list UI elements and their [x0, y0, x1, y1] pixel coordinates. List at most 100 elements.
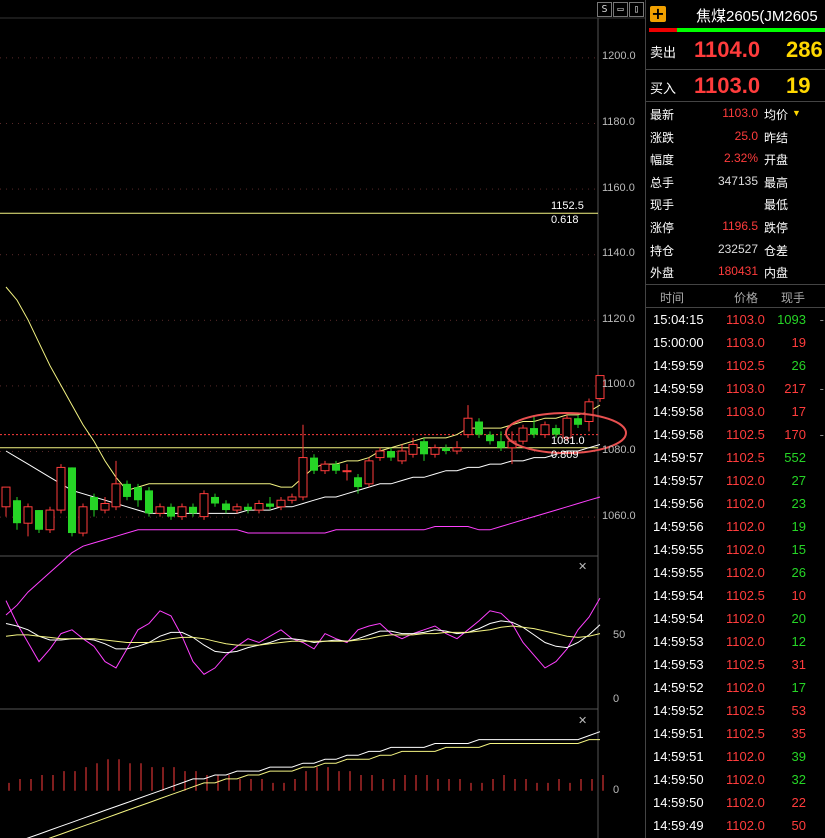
grid-dot	[564, 254, 565, 256]
grid-dot	[324, 319, 325, 321]
candle-body	[78, 506, 88, 534]
grid-dot	[594, 319, 595, 321]
grid-dot	[522, 319, 523, 321]
grid-dot	[474, 451, 475, 453]
grid-dot	[468, 254, 469, 256]
candle-body	[266, 503, 274, 507]
grid-dot	[468, 319, 469, 321]
trade-time: 14:59:59	[653, 358, 704, 373]
trade-row[interactable]: 14:59:52 1102.5 53	[646, 699, 825, 722]
dropdown-arrow-icon[interactable]: ▼	[792, 108, 801, 118]
chart-area[interactable]: S ▭ ▯ 1200.0 1180.0 1160.0 1140.0 1120.0 1100…	[0, 0, 645, 838]
grid-dot	[534, 451, 535, 453]
grid-dot	[468, 57, 469, 59]
grid-dot	[318, 451, 319, 453]
grid-dot	[150, 451, 151, 453]
trade-row[interactable]: 14:59:59 1102.5 26	[646, 354, 825, 377]
grid-dot	[558, 188, 559, 190]
grid-dot	[330, 57, 331, 59]
grid-dot	[84, 122, 85, 124]
fib-price-label: 1152.5	[551, 200, 584, 213]
grid-dot	[414, 57, 415, 59]
trade-row[interactable]: 14:59:50 1102.0 22	[646, 791, 825, 814]
grid-dot	[384, 57, 385, 59]
grid-dot	[372, 516, 373, 518]
trade-row[interactable]: 14:59:52 1102.0 17	[646, 676, 825, 699]
trade-row[interactable]: 14:59:58 1102.5 170-	[646, 423, 825, 446]
trade-row[interactable]: 14:59:54 1102.5 10	[646, 584, 825, 607]
grid-dot	[402, 254, 403, 256]
candle-body	[310, 457, 318, 471]
stat-label-2: 最高	[764, 175, 789, 190]
grid-dot	[456, 57, 457, 59]
grid-dot	[216, 451, 217, 453]
trade-row[interactable]: 14:59:56 1102.0 23	[646, 492, 825, 515]
grid-dot	[114, 385, 115, 387]
grid-dot	[66, 319, 67, 321]
grid-dot	[240, 254, 241, 256]
trade-row[interactable]: 14:59:58 1103.0 17	[646, 400, 825, 423]
grid-dot	[516, 122, 517, 124]
grid-dot	[252, 122, 253, 124]
grid-dot	[84, 188, 85, 190]
trade-row[interactable]: 14:59:53 1102.0 12	[646, 630, 825, 653]
trade-row[interactable]: 14:59:51 1102.0 39	[646, 745, 825, 768]
grid-dot	[6, 122, 7, 124]
grid-dot	[276, 319, 277, 321]
grid-dot	[336, 122, 337, 124]
trade-row[interactable]: 14:59:56 1102.0 19	[646, 515, 825, 538]
trade-row[interactable]: 14:59:57 1102.5 552	[646, 446, 825, 469]
trade-row[interactable]: 14:59:59 1103.0 217-	[646, 377, 825, 400]
grid-dot	[72, 451, 73, 453]
grid-dot	[456, 254, 457, 256]
grid-dot	[102, 451, 103, 453]
grid-dot	[480, 122, 481, 124]
grid-dot	[576, 254, 577, 256]
grid-dot	[66, 451, 67, 453]
candle-body	[222, 503, 230, 511]
grid-dot	[522, 254, 523, 256]
grid-dot	[108, 451, 109, 453]
grid-dot	[420, 385, 421, 387]
grid-dot	[252, 188, 253, 190]
grid-dot	[30, 385, 31, 387]
grid-dot	[162, 122, 163, 124]
grid-dot	[252, 319, 253, 321]
grid-dot	[180, 57, 181, 59]
grid-dot	[288, 57, 289, 59]
grid-dot	[390, 385, 391, 387]
grid-dot	[522, 516, 523, 518]
trade-row[interactable]: 15:00:00 1103.0 19	[646, 331, 825, 354]
grid-dot	[378, 188, 379, 190]
plus-icon[interactable]: +	[650, 6, 666, 22]
maximize-button[interactable]: ▯	[629, 2, 644, 17]
grid-dot	[168, 516, 169, 518]
minimize-button[interactable]: ▭	[613, 2, 628, 17]
grid-dot	[174, 188, 175, 190]
trade-row[interactable]: 14:59:54 1102.0 20	[646, 607, 825, 630]
trade-price: 1102.0	[726, 496, 765, 511]
stat-row: 最新 1103.0 均价 ▼	[646, 102, 825, 124]
trade-row[interactable]: 14:59:49 1102.0 50	[646, 814, 825, 837]
grid-dot	[84, 385, 85, 387]
grid-dot	[312, 451, 313, 453]
trade-row[interactable]: 14:59:57 1102.0 27	[646, 469, 825, 492]
trade-row[interactable]: 15:04:15 1103.0 1093-	[646, 308, 825, 331]
grid-dot	[234, 188, 235, 190]
chart-canvas[interactable]	[0, 0, 645, 838]
s-button[interactable]: S	[597, 2, 612, 17]
grid-dot	[582, 254, 583, 256]
trade-row[interactable]: 14:59:55 1102.0 15	[646, 538, 825, 561]
trade-time: 14:59:56	[653, 519, 704, 534]
candle-body	[276, 499, 286, 508]
grid-dot	[396, 122, 397, 124]
trade-row[interactable]: 14:59:50 1102.0 32	[646, 768, 825, 791]
trade-row[interactable]: 14:59:53 1102.5 31	[646, 653, 825, 676]
trade-row[interactable]: 14:59:55 1102.0 26	[646, 561, 825, 584]
trade-price: 1102.5	[726, 358, 765, 373]
grid-dot	[540, 385, 541, 387]
grid-dot	[180, 451, 181, 453]
grid-dot	[108, 122, 109, 124]
grid-dot	[444, 385, 445, 387]
trade-row[interactable]: 14:59:51 1102.5 35	[646, 722, 825, 745]
